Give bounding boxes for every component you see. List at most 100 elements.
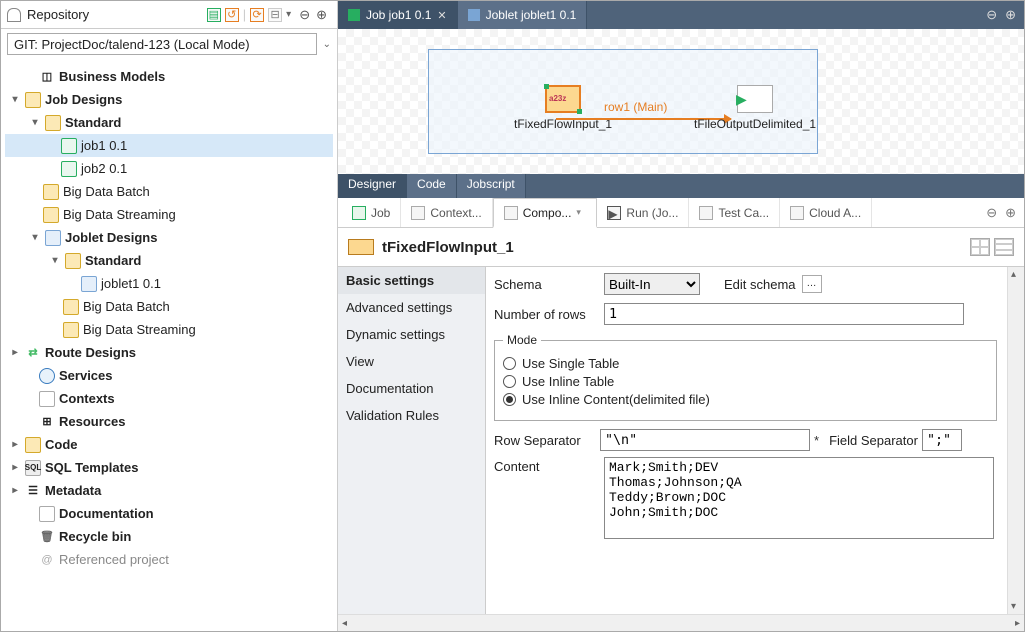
edit-schema-label: Edit schema	[724, 277, 796, 292]
tree-services[interactable]: Services	[5, 364, 333, 387]
component-form: Schema Built-In Edit schema … Number of …	[486, 267, 1007, 614]
cs-basic-settings[interactable]: Basic settings	[338, 267, 485, 294]
radio-icon	[503, 357, 516, 370]
filter-icon[interactable]: ▤	[207, 8, 221, 22]
tree-metadata[interactable]: ☰Metadata	[5, 479, 333, 502]
tree-joblet-bigdata-batch[interactable]: Big Data Batch	[5, 295, 333, 318]
flow-label[interactable]: row1 (Main)	[604, 100, 667, 114]
tree-documentation[interactable]: Documentation	[5, 502, 333, 525]
minimize-icon[interactable]: ⊖	[986, 7, 997, 23]
chevron-down-icon[interactable]: ⌄	[323, 39, 331, 50]
tree-job2[interactable]: job2 0.1	[5, 157, 333, 180]
field-separator-label: Field Separator	[829, 433, 918, 448]
editor-tabs: Job job1 0.1 ✕ Joblet joblet1 0.1 ⊖ ⊕	[338, 1, 1024, 29]
mode-single-table[interactable]: Use Single Table	[503, 356, 988, 371]
repository-selector[interactable]: GIT: ProjectDoc/talend-123 (Local Mode)	[7, 33, 317, 55]
tab-context-view[interactable]: Context...	[401, 198, 492, 227]
tree-route-designs[interactable]: ⇄Route Designs	[5, 341, 333, 364]
close-icon[interactable]: ✕	[437, 9, 446, 22]
home-icon[interactable]	[7, 8, 21, 22]
testcase-icon	[699, 206, 713, 220]
refresh-icon[interactable]: ⟳	[250, 8, 264, 22]
tab-joblet[interactable]: Joblet joblet1 0.1	[458, 1, 588, 29]
tab-cloud-view[interactable]: Cloud A...	[780, 198, 872, 227]
vertical-scrollbar[interactable]	[1007, 267, 1024, 614]
tab-code[interactable]: Code	[407, 174, 457, 198]
tree-recycle-bin[interactable]: 🗑Recycle bin	[5, 525, 333, 548]
designer-mode-tabs: Designer Code Jobscript	[338, 174, 1024, 198]
tree-joblet-bigdata-streaming[interactable]: Big Data Streaming	[5, 318, 333, 341]
edit-schema-button[interactable]: …	[802, 275, 822, 293]
component-tfixedflowinput[interactable]: tFixedFlowInput_1	[514, 85, 612, 131]
mode-inline-content[interactable]: Use Inline Content(delimited file)	[503, 392, 988, 407]
field-separator-input[interactable]	[922, 429, 962, 451]
tab-component-view[interactable]: Compo...▾	[493, 198, 598, 228]
list-view-icon[interactable]	[994, 238, 1014, 256]
cs-view[interactable]: View	[338, 348, 485, 375]
tab-testcases-view[interactable]: Test Ca...	[689, 198, 780, 227]
tab-run-view[interactable]: ▶Run (Jo...	[597, 198, 689, 227]
content-textarea[interactable]: Mark;Smith;DEV Thomas;Johnson;QA Teddy;B…	[604, 457, 994, 539]
cs-dynamic-settings[interactable]: Dynamic settings	[338, 321, 485, 348]
tree-business-models[interactable]: ◫Business Models	[5, 65, 333, 88]
repository-header: Repository ▤ ↺ | ⟳ ⊟ ▾ ⊖ ⊕	[1, 1, 337, 29]
tree-joblet1[interactable]: joblet1 0.1	[5, 272, 333, 295]
cloud-icon	[790, 206, 804, 220]
tree-sql-templates[interactable]: SQLSQL Templates	[5, 456, 333, 479]
dropdown-icon[interactable]: ▾	[286, 9, 291, 20]
chevron-down-icon[interactable]: ▾	[576, 207, 586, 218]
job-icon	[352, 206, 366, 220]
component-tfileoutputdelimited[interactable]: tFileOutputDelimited_1	[694, 85, 816, 131]
component-icon	[504, 206, 518, 220]
tab-job[interactable]: Job job1 0.1 ✕	[338, 1, 458, 29]
num-rows-label: Number of rows	[494, 307, 596, 322]
mode-inline-table[interactable]: Use Inline Table	[503, 374, 988, 389]
schema-label: Schema	[494, 277, 596, 292]
cs-documentation[interactable]: Documentation	[338, 375, 485, 402]
cs-advanced-settings[interactable]: Advanced settings	[338, 294, 485, 321]
tree-joblet-standard[interactable]: Standard	[5, 249, 333, 272]
maximize-icon[interactable]: ⊕	[1005, 205, 1016, 221]
tree-job-designs[interactable]: Job Designs	[5, 88, 333, 111]
minimize-icon[interactable]: ⊖	[299, 7, 310, 23]
maximize-icon[interactable]: ⊕	[1005, 7, 1016, 23]
tree-referenced-project[interactable]: @Referenced project	[5, 548, 333, 571]
tree-joblet-designs[interactable]: Joblet Designs	[5, 226, 333, 249]
play-icon: ▶	[607, 206, 621, 220]
tab-job-view[interactable]: Job	[342, 198, 401, 227]
repository-selector-value: GIT: ProjectDoc/talend-123 (Local Mode)	[14, 37, 250, 52]
tree-contexts[interactable]: Contexts	[5, 387, 333, 410]
collapse-all-icon[interactable]: ⊟	[268, 8, 282, 22]
activate-icon[interactable]: ↺	[225, 8, 239, 22]
row-separator-label: Row Separator	[494, 433, 596, 448]
right-panel: Job job1 0.1 ✕ Joblet joblet1 0.1 ⊖ ⊕ tF…	[338, 1, 1024, 631]
component-panel: tFixedFlowInput_1 Basic settings Advance…	[338, 228, 1024, 631]
maximize-icon[interactable]: ⊕	[316, 7, 327, 23]
cs-validation-rules[interactable]: Validation Rules	[338, 402, 485, 429]
tab-jobscript[interactable]: Jobscript	[457, 174, 526, 198]
component-settings-tabs: Basic settings Advanced settings Dynamic…	[338, 267, 486, 614]
tree-bigdata-streaming[interactable]: Big Data Streaming	[5, 203, 333, 226]
tab-joblet-label: Joblet joblet1 0.1	[486, 8, 577, 22]
repository-tree: ◫Business Models Job Designs Standard jo…	[1, 59, 337, 631]
content-label: Content	[494, 457, 596, 539]
repository-title: Repository	[27, 7, 89, 22]
tree-resources[interactable]: ⊞Resources	[5, 410, 333, 433]
tree-bigdata-batch[interactable]: Big Data Batch	[5, 180, 333, 203]
job-icon	[348, 9, 360, 21]
grid-view-icon[interactable]	[970, 238, 990, 256]
tab-designer[interactable]: Designer	[338, 174, 407, 198]
bottom-view-tabs: Job Context... Compo...▾ ▶Run (Jo... Tes…	[338, 198, 1024, 228]
tree-job1[interactable]: job1 0.1	[5, 134, 333, 157]
row-separator-input[interactable]	[600, 429, 810, 451]
tree-standard[interactable]: Standard	[5, 111, 333, 134]
component-name: tFixedFlowInput_1	[382, 239, 514, 256]
horizontal-scrollbar[interactable]: ◂▸	[338, 614, 1024, 631]
component-type-icon	[348, 239, 374, 255]
schema-select[interactable]: Built-In	[604, 273, 700, 295]
component-label: tFileOutputDelimited_1	[694, 117, 816, 131]
design-canvas[interactable]: tFixedFlowInput_1 row1 (Main) tFileOutpu…	[338, 29, 1024, 174]
tree-code[interactable]: Code	[5, 433, 333, 456]
minimize-icon[interactable]: ⊖	[986, 205, 997, 221]
num-rows-input[interactable]	[604, 303, 964, 325]
